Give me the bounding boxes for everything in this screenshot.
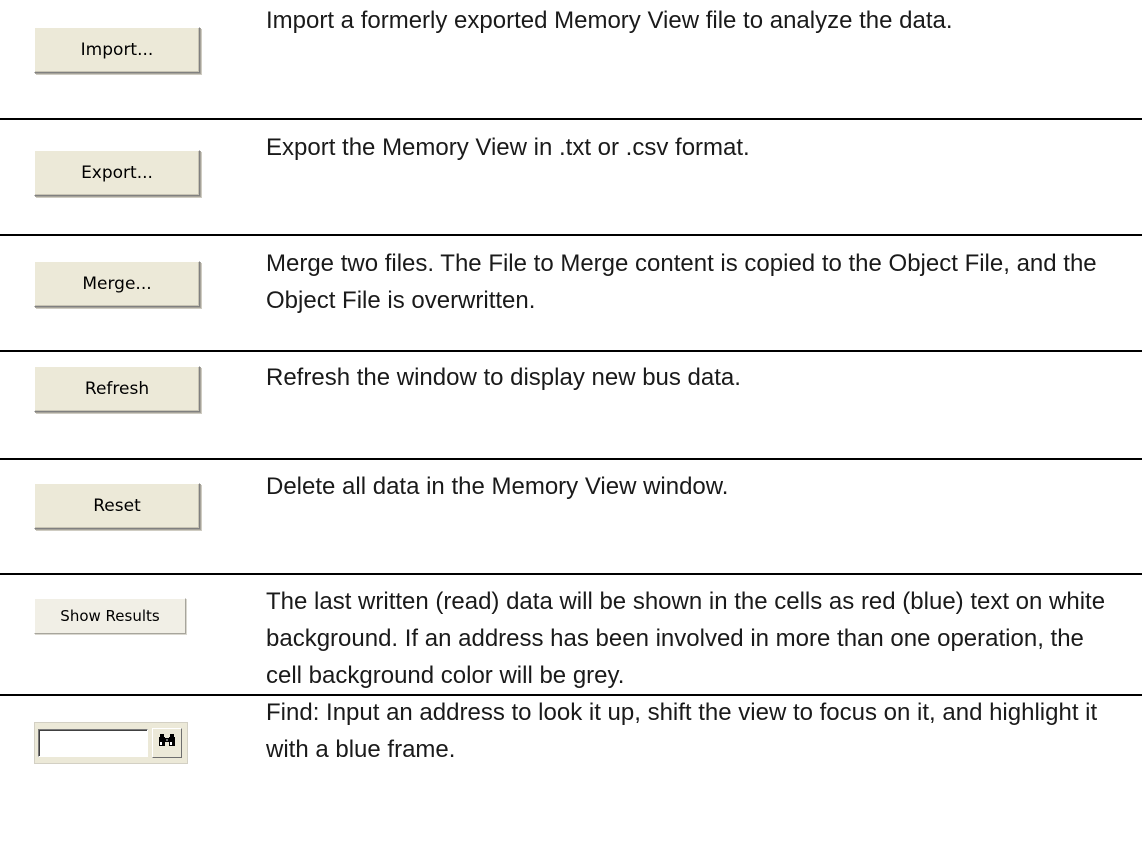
export-button[interactable]: Export... (34, 150, 200, 196)
find-description: Find: Input an address to look it up, sh… (266, 699, 1098, 763)
find-button[interactable] (152, 728, 182, 758)
find-address-input[interactable] (38, 729, 148, 757)
refresh-button[interactable]: Refresh (34, 366, 200, 412)
merge-description: Merge two files. The File to Merge conte… (266, 250, 1097, 314)
find-control (34, 722, 188, 764)
reset-description: Delete all data in the Memory View windo… (266, 473, 729, 500)
refresh-description: Refresh the window to display new bus da… (266, 364, 741, 391)
show-results-button[interactable]: Show Results (34, 598, 186, 634)
merge-button[interactable]: Merge... (34, 261, 200, 307)
divider (0, 573, 1142, 575)
show-results-row: Show Results (34, 598, 186, 634)
divider (0, 118, 1142, 120)
divider (0, 234, 1142, 236)
reset-button[interactable]: Reset (34, 483, 200, 529)
export-description: Export the Memory View in .txt or .csv f… (266, 134, 750, 161)
import-description: Import a formerly exported Memory View f… (266, 7, 953, 34)
import-row: Import... (34, 27, 200, 73)
find-row (34, 722, 188, 764)
divider (0, 350, 1142, 352)
merge-row: Merge... (34, 261, 200, 307)
divider (0, 458, 1142, 460)
show-results-description: The last written (read) data will be sho… (266, 588, 1106, 689)
refresh-row: Refresh (34, 366, 200, 412)
import-button[interactable]: Import... (34, 27, 200, 73)
export-row: Export... (34, 150, 200, 196)
binoculars-icon (158, 733, 176, 754)
reset-row: Reset (34, 483, 200, 529)
